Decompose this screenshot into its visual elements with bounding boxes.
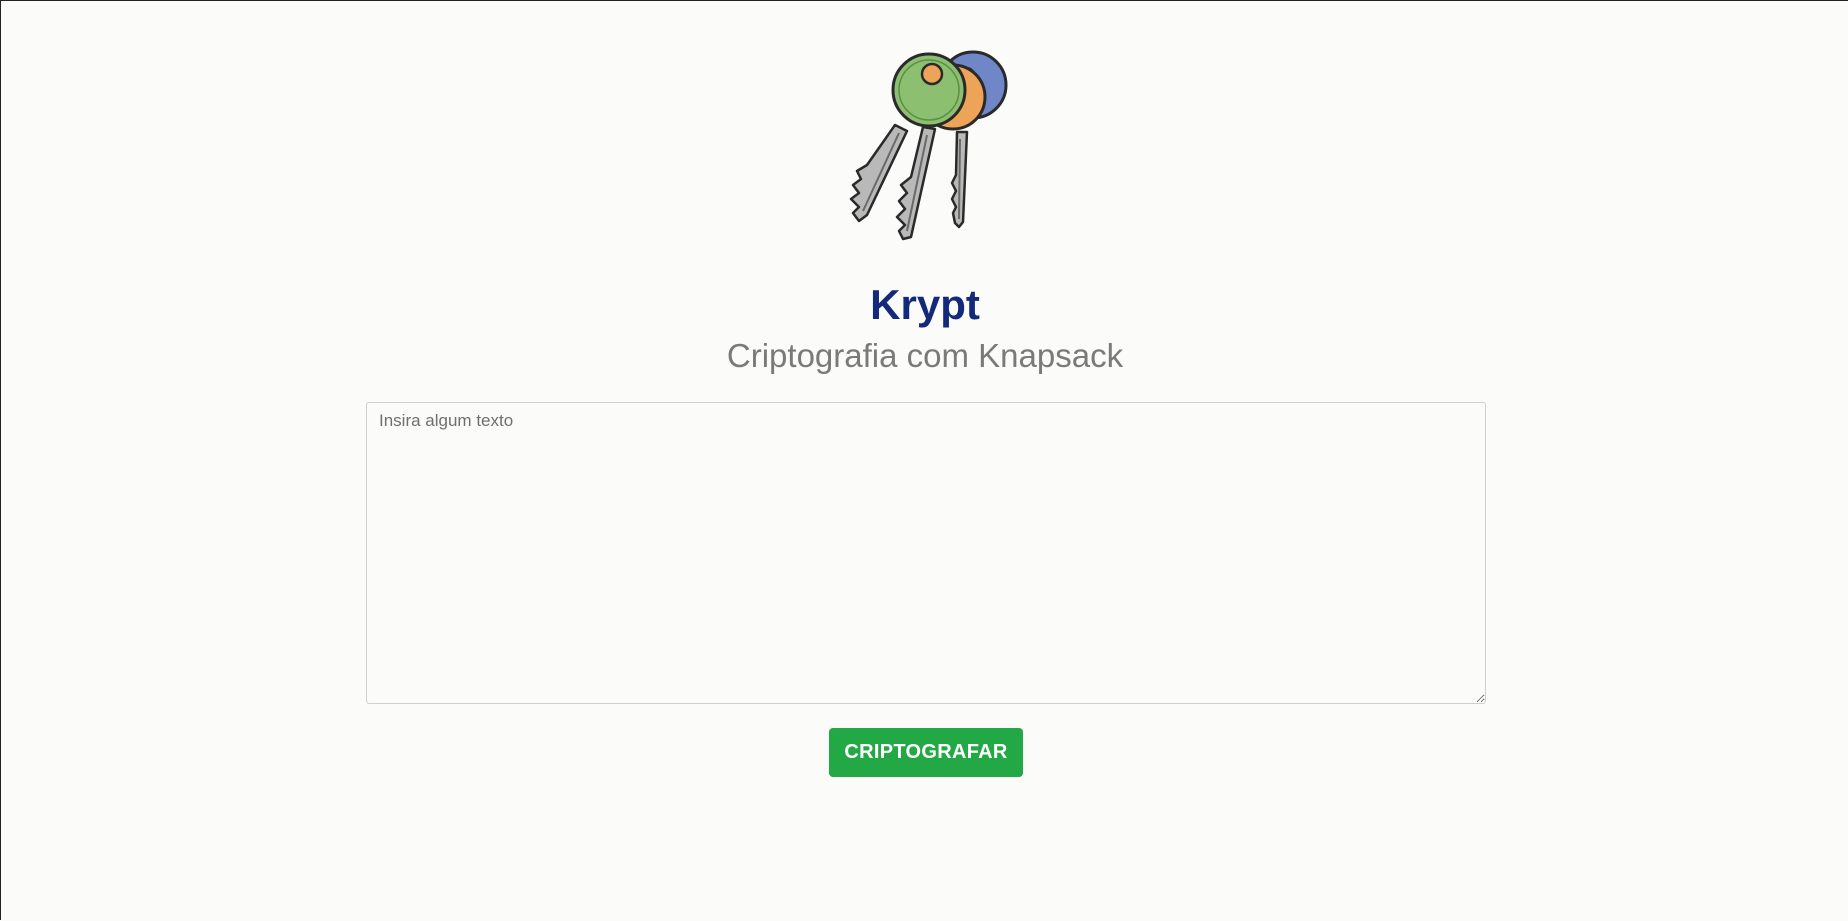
page-title: Krypt	[870, 281, 980, 328]
page: Krypt Criptografia com Knapsack CRIPTOGR…	[1, 1, 1848, 921]
text-input[interactable]	[366, 402, 1486, 704]
encrypt-button[interactable]: CRIPTOGRAFAR	[829, 728, 1023, 777]
page-subtitle: Criptografia com Knapsack	[726, 337, 1124, 374]
left-key-icon	[849, 123, 909, 223]
keys-icon	[849, 50, 1008, 241]
keys-logo	[835, 37, 1015, 247]
